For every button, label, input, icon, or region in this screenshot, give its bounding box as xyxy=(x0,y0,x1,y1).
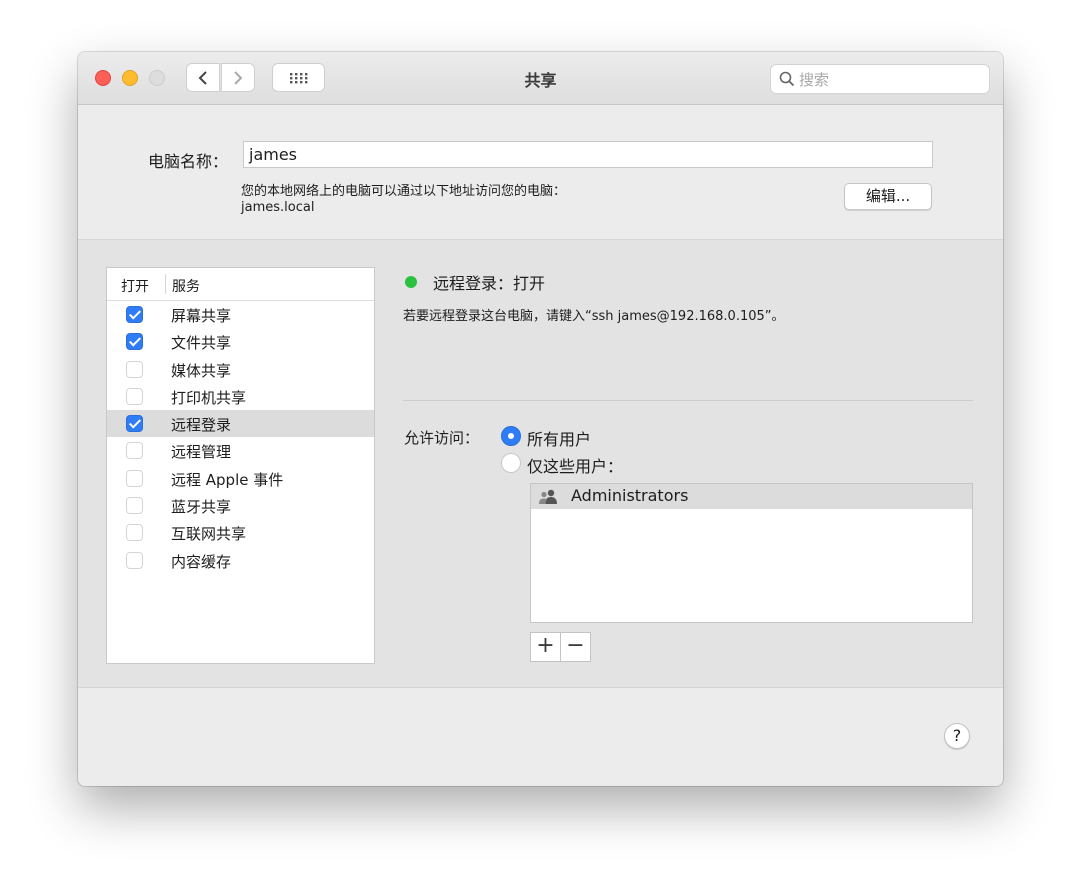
computer-name-input[interactable]: james xyxy=(243,141,933,168)
help-button[interactable]: ? xyxy=(944,723,970,749)
service-row-media-sharing[interactable]: 媒体共享 xyxy=(107,356,374,383)
service-row-internet-sharing[interactable]: 互联网共享 xyxy=(107,519,374,546)
allow-access-label: 允许访问： xyxy=(404,429,480,447)
service-row-printer-sharing[interactable]: 打印机共享 xyxy=(107,383,374,410)
service-label: 远程 Apple 事件 xyxy=(171,470,284,489)
ssh-hint: 若要远程登录这台电脑，请键入“ssh james@192.168.0.105”。 xyxy=(403,309,785,324)
service-checkbox[interactable] xyxy=(126,415,143,433)
radio-only-these-users[interactable] xyxy=(501,453,521,473)
service-list-header: 打开 服务 xyxy=(107,268,374,301)
user-list-item[interactable]: Administrators xyxy=(531,484,972,509)
header-service[interactable]: 服务 xyxy=(172,276,200,296)
service-list[interactable]: 打开 服务 屏幕共享 文件共享 媒体共享 打印机共享 远程登录 远程管理 远程 … xyxy=(106,267,375,664)
service-label: 远程登录 xyxy=(171,416,232,435)
service-row-screen-sharing[interactable]: 屏幕共享 xyxy=(107,301,374,328)
status-indicator xyxy=(405,276,417,288)
header-open[interactable]: 打开 xyxy=(121,276,149,296)
service-row-remote-management[interactable]: 远程管理 xyxy=(107,437,374,464)
search-icon xyxy=(779,71,795,87)
service-checkbox[interactable] xyxy=(126,524,143,542)
service-label: 屏幕共享 xyxy=(171,307,232,325)
service-label: 内容缓存 xyxy=(171,552,232,571)
service-label: 媒体共享 xyxy=(171,361,232,380)
sharing-window: 共享 搜索 电脑名称： james 您的本地网络上的电脑可以通过以下地址访问您的… xyxy=(78,52,1003,786)
add-user-button[interactable]: + xyxy=(530,632,561,662)
service-checkbox[interactable] xyxy=(126,306,143,323)
services-panel: 打开 服务 屏幕共享 文件共享 媒体共享 打印机共享 远程登录 远程管理 远程 … xyxy=(78,239,1003,688)
service-label: 打印机共享 xyxy=(171,388,247,407)
title-bar: 共享 搜索 xyxy=(78,52,1003,105)
service-label: 远程管理 xyxy=(171,443,232,462)
service-checkbox[interactable] xyxy=(126,387,143,405)
computer-name-label: 电脑名称： xyxy=(148,152,229,171)
section-divider xyxy=(403,400,973,401)
group-icon xyxy=(539,489,557,504)
search-field[interactable]: 搜索 xyxy=(770,64,990,94)
radio-all-users[interactable] xyxy=(501,426,521,446)
user-name: Administrators xyxy=(571,486,689,505)
radio-all-users-label[interactable]: 所有用户 xyxy=(527,426,591,450)
service-status: 远程登录：打开 xyxy=(433,274,546,293)
service-checkbox[interactable] xyxy=(126,469,143,487)
service-checkbox[interactable] xyxy=(126,497,143,515)
local-hostname: james.local xyxy=(241,200,315,215)
service-label: 蓝牙共享 xyxy=(171,498,232,517)
service-row-bluetooth-sharing[interactable]: 蓝牙共享 xyxy=(107,492,374,519)
radio-only-these-users-label[interactable]: 仅这些用户： xyxy=(527,453,623,477)
users-list[interactable]: Administrators xyxy=(530,483,973,623)
service-label: 文件共享 xyxy=(171,334,232,353)
service-row-remote-apple-events[interactable]: 远程 Apple 事件 xyxy=(107,465,374,492)
search-placeholder: 搜索 xyxy=(799,70,830,89)
header-divider xyxy=(165,274,166,294)
service-checkbox[interactable] xyxy=(126,360,143,378)
service-row-file-sharing[interactable]: 文件共享 xyxy=(107,328,374,355)
service-checkbox[interactable] xyxy=(126,551,143,569)
service-label: 互联网共享 xyxy=(171,525,247,544)
service-row-content-caching[interactable]: 内容缓存 xyxy=(107,547,374,574)
remove-user-button[interactable]: − xyxy=(560,632,591,662)
service-row-remote-login[interactable]: 远程登录 xyxy=(107,410,374,438)
service-checkbox[interactable] xyxy=(126,333,143,351)
service-checkbox[interactable] xyxy=(126,442,143,460)
edit-button[interactable]: 编辑... xyxy=(844,183,932,210)
address-description: 您的本地网络上的电脑可以通过以下地址访问您的电脑： xyxy=(241,184,567,199)
